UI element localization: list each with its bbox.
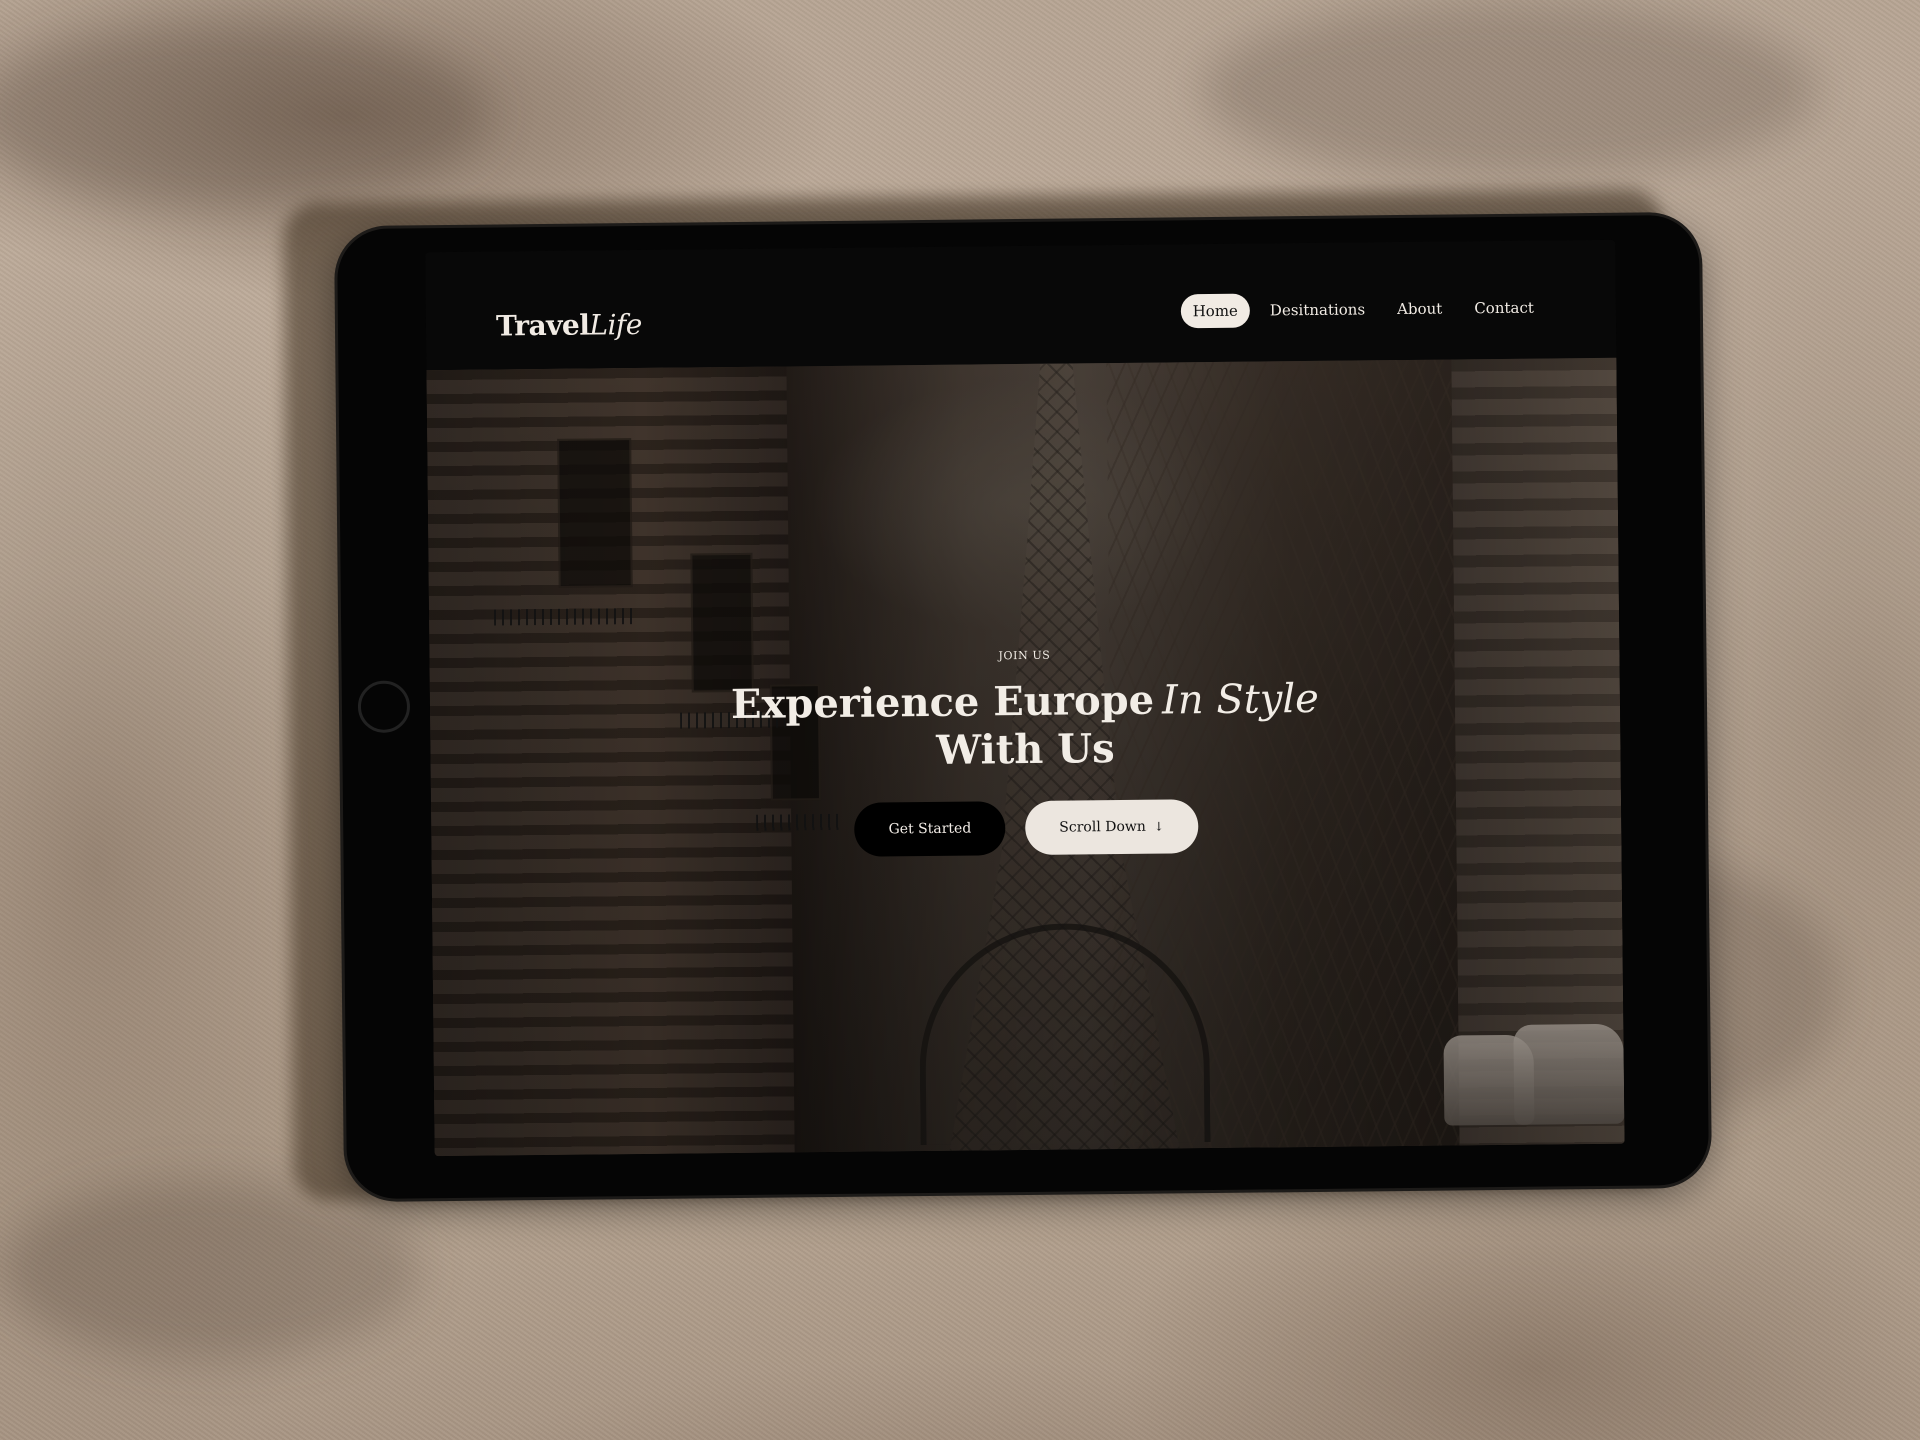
main-menu: Home Desitnations About Contact: [1180, 291, 1546, 329]
hero-content: JOIN US Experience Europe In Style With U…: [429, 643, 1621, 862]
tablet-screen: TravelLife Home Desitnations About Conta…: [425, 239, 1625, 1157]
scroll-down-label: Scroll Down: [1059, 819, 1146, 837]
tablet-home-button[interactable]: [357, 680, 411, 733]
brand-secondary: Life: [589, 307, 643, 342]
nav-destinations[interactable]: Desitnations: [1258, 292, 1378, 327]
hero-banner: JOIN US Experience Europe In Style With U…: [426, 357, 1625, 1157]
nav-contact[interactable]: Contact: [1462, 291, 1546, 326]
headline-line-1: Experience Europe: [730, 676, 1155, 729]
arrow-down-icon: ↓: [1153, 819, 1165, 835]
headline-line-2: With Us: [936, 725, 1115, 775]
brand-primary: Travel: [495, 308, 590, 343]
sand-shadow: [0, 20, 490, 210]
nav-about[interactable]: About: [1385, 291, 1455, 326]
sand-shadow: [1200, 0, 1820, 180]
nav-home[interactable]: Home: [1180, 293, 1251, 329]
sand-shadow: [0, 1180, 420, 1360]
get-started-label: Get Started: [888, 820, 972, 838]
headline-accent: In Style: [1161, 675, 1320, 724]
brand-logo[interactable]: TravelLife: [496, 308, 642, 343]
top-navigation: TravelLife Home Desitnations About Conta…: [425, 240, 1616, 352]
hero-headline: Experience Europe In Style With Us: [430, 672, 1621, 780]
scroll-down-button[interactable]: Scroll Down ↓: [1024, 799, 1199, 856]
get-started-button[interactable]: Get Started: [854, 801, 1006, 858]
tablet-device: TravelLife Home Desitnations About Conta…: [336, 214, 1710, 1200]
